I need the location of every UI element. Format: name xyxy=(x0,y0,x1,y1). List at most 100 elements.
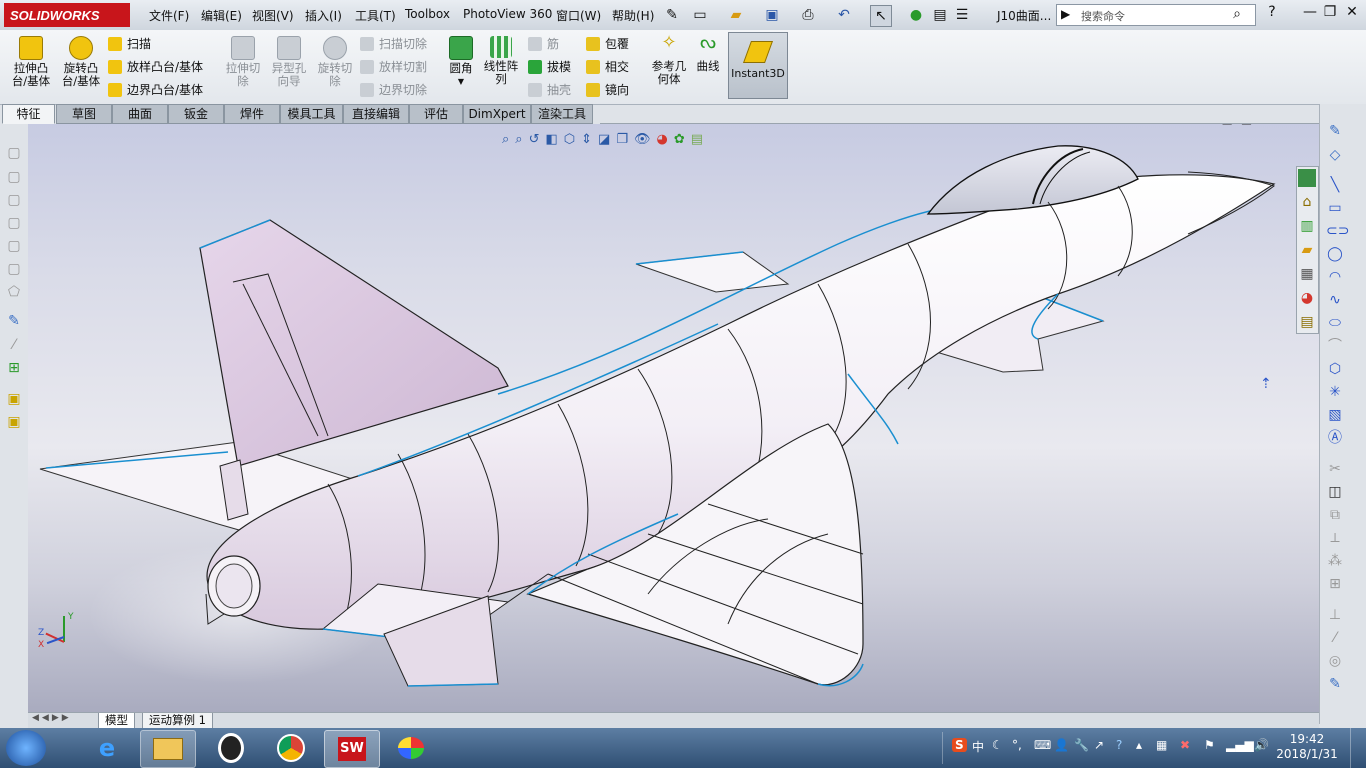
loft-button[interactable]: 放样凸台/基体 xyxy=(108,58,203,75)
menu-tools[interactable]: 工具(T) xyxy=(355,7,396,24)
tab-sketch[interactable]: 草图 xyxy=(56,104,112,124)
solidworks-taskbar-icon[interactable]: SW xyxy=(324,730,380,768)
trim-icon[interactable]: ✂ xyxy=(1326,460,1344,478)
chrome-icon[interactable] xyxy=(264,730,318,766)
select-cursor-icon[interactable]: ↖ xyxy=(870,5,892,27)
relations-icon[interactable]: ⊞ xyxy=(5,359,23,377)
open-folder-icon[interactable]: ▰ xyxy=(726,5,746,25)
paint-icon[interactable] xyxy=(384,730,438,766)
face-icon-5[interactable]: ▢ xyxy=(5,237,23,255)
extrude-boss-button[interactable]: 拉伸凸 台/基体 xyxy=(6,34,56,88)
sketch-pencil-icon[interactable]: ✎ xyxy=(5,312,23,330)
pin-icon[interactable]: ✎ xyxy=(662,5,682,25)
swept-cut-button[interactable]: 扫描切除 xyxy=(360,35,427,52)
minimize-button[interactable]: — xyxy=(1300,4,1320,20)
solidworks-resources-icon[interactable] xyxy=(1298,169,1316,187)
sweep-button[interactable]: 扫描 xyxy=(108,35,151,52)
face-icon-4[interactable]: ▢ xyxy=(5,214,23,232)
undo-icon[interactable]: ↶ xyxy=(834,5,854,25)
cut-icon[interactable]: ▣ xyxy=(5,413,23,431)
search-commands-input[interactable]: ▶ 搜索命令 ⌕ xyxy=(1056,4,1256,26)
rapid-sketch-icon[interactable]: ✎ xyxy=(1326,675,1344,693)
file-explorer-taskbar-icon[interactable] xyxy=(140,730,196,768)
view-palette-icon[interactable]: ▦ xyxy=(1298,265,1316,283)
tab-direct-editing[interactable]: 直接编辑 xyxy=(343,104,409,124)
appearances-icon[interactable]: ◕ xyxy=(1298,289,1316,307)
volume-icon[interactable]: 🔊 xyxy=(1254,738,1269,752)
draft-button[interactable]: 拔模 xyxy=(528,58,571,75)
save-icon[interactable]: ▣ xyxy=(762,5,782,25)
pc-icon[interactable]: ▦ xyxy=(1156,738,1167,752)
menu-toolbox[interactable]: Toolbox xyxy=(405,7,450,21)
sketch-icon[interactable]: ✎ xyxy=(1326,122,1344,140)
graphics-viewport[interactable]: ⌕ ⌕ ↺ ◧ ⬡ ⇕ ◪ ❐ 👁 ◕ ✿ ▤ ◫ ◫ — ❐ ✕ xyxy=(28,124,1319,712)
signal-icon[interactable]: ▂▄▆ xyxy=(1226,738,1254,752)
new-document-icon[interactable]: ▭ xyxy=(690,5,710,25)
mirror-entities-icon[interactable]: ⟂ xyxy=(1326,529,1344,547)
design-library-icon[interactable]: ▥ xyxy=(1298,217,1316,235)
moon-icon[interactable]: ☾ xyxy=(992,738,1003,752)
repair-sketch-icon[interactable]: ⁄ xyxy=(1326,629,1344,647)
start-button[interactable] xyxy=(6,730,46,766)
menu-edit[interactable]: 编辑(E) xyxy=(201,7,242,24)
show-desktop-button[interactable] xyxy=(1350,728,1366,768)
hole-wizard-button[interactable]: 异型孔 向导 xyxy=(266,34,312,88)
j10-aircraft-model[interactable] xyxy=(28,124,1319,712)
fillet-sketch-icon[interactable]: ⌒ xyxy=(1326,337,1344,355)
ime-chinese-indicator[interactable]: 中 xyxy=(972,738,984,755)
move-entities-icon[interactable]: ⊞ xyxy=(1326,575,1344,593)
linear-pattern-button[interactable]: 线性阵 列 xyxy=(480,34,522,86)
tab-weldments[interactable]: 焊件 xyxy=(224,104,280,124)
menu-insert[interactable]: 插入(I) xyxy=(305,7,342,24)
fillet-dropdown-icon[interactable]: ▼ xyxy=(444,75,478,88)
tab-motion-study[interactable]: 运动算例 1 xyxy=(142,713,213,729)
share-icon[interactable]: ↗ xyxy=(1094,738,1104,752)
shell-button[interactable]: 抽壳 xyxy=(528,81,571,98)
file-explorer-icon[interactable]: ▰ xyxy=(1298,241,1316,259)
tab-dimxpert[interactable]: DimXpert xyxy=(463,104,531,124)
wrench-icon[interactable]: 🔧 xyxy=(1074,738,1089,752)
tab-features[interactable]: 特征 xyxy=(2,104,55,124)
tab-scroll-arrows-icon[interactable]: ◀◀▶▶ xyxy=(32,713,72,723)
help-icon[interactable]: ? xyxy=(1262,4,1282,20)
menu-window[interactable]: 窗口(W) xyxy=(556,7,601,24)
qq-icon[interactable] xyxy=(204,730,258,766)
convert-entities-icon[interactable]: ◫ xyxy=(1326,483,1344,501)
punctuation-icon[interactable]: °, xyxy=(1012,738,1022,752)
line-icon[interactable]: ╲ xyxy=(1326,176,1344,194)
tab-model[interactable]: 模型 xyxy=(98,713,135,729)
tab-surfaces[interactable]: 曲面 xyxy=(112,104,168,124)
text-icon[interactable]: Ⓐ xyxy=(1326,429,1344,447)
sogou-ime-icon[interactable]: S xyxy=(952,738,967,752)
tab-mold-tools[interactable]: 模具工具 xyxy=(280,104,343,124)
revolve-cut-button[interactable]: 旋转切 除 xyxy=(312,34,358,88)
intersect-button[interactable]: 相交 xyxy=(586,58,629,75)
system-clock[interactable]: 19:42 2018/1/31 xyxy=(1275,732,1339,762)
menu-file[interactable]: 文件(F) xyxy=(149,7,189,24)
action-center-icon[interactable]: ⚑ xyxy=(1204,738,1215,752)
mirror-button[interactable]: 镜向 xyxy=(586,81,629,98)
tab-sheet-metal[interactable]: 钣金 xyxy=(168,104,224,124)
options-icon[interactable]: ☰ xyxy=(952,5,972,25)
network-error-icon[interactable]: ✖ xyxy=(1180,738,1190,752)
curves-button[interactable]: ᔓ 曲线 xyxy=(692,34,724,73)
internet-explorer-icon[interactable]: e xyxy=(80,730,134,766)
display-relations-icon[interactable]: ⊥ xyxy=(1326,606,1344,624)
offset-entities-icon[interactable]: ⧉ xyxy=(1326,506,1344,524)
plane-icon[interactable]: ▧ xyxy=(1326,406,1344,424)
menu-photoview[interactable]: PhotoView 360 xyxy=(463,7,552,21)
ellipse-icon[interactable]: ⬭ xyxy=(1326,314,1344,332)
rebuild-traffic-light-icon[interactable]: ● xyxy=(906,5,926,25)
arc-icon[interactable]: ◠ xyxy=(1326,268,1344,286)
smart-dimension-icon[interactable]: ⁄ xyxy=(5,336,23,354)
user-icon[interactable]: 👤 xyxy=(1054,738,1069,752)
keyboard-icon[interactable]: ⌨ xyxy=(1034,738,1051,752)
boundary-boss-button[interactable]: 边界凸台/基体 xyxy=(108,81,203,98)
instant3d-button[interactable]: Instant3D xyxy=(728,32,788,99)
face-icon-3[interactable]: ▢ xyxy=(5,191,23,209)
reference-geometry-button[interactable]: ✧ 参考几 何体 xyxy=(648,34,690,86)
slot-icon[interactable]: ⊂⊃ xyxy=(1326,222,1349,240)
print-icon[interactable]: ⎙ xyxy=(798,5,818,25)
boundary-cut-button[interactable]: 边界切除 xyxy=(360,81,427,98)
circle-icon[interactable]: ◯ xyxy=(1326,245,1344,263)
